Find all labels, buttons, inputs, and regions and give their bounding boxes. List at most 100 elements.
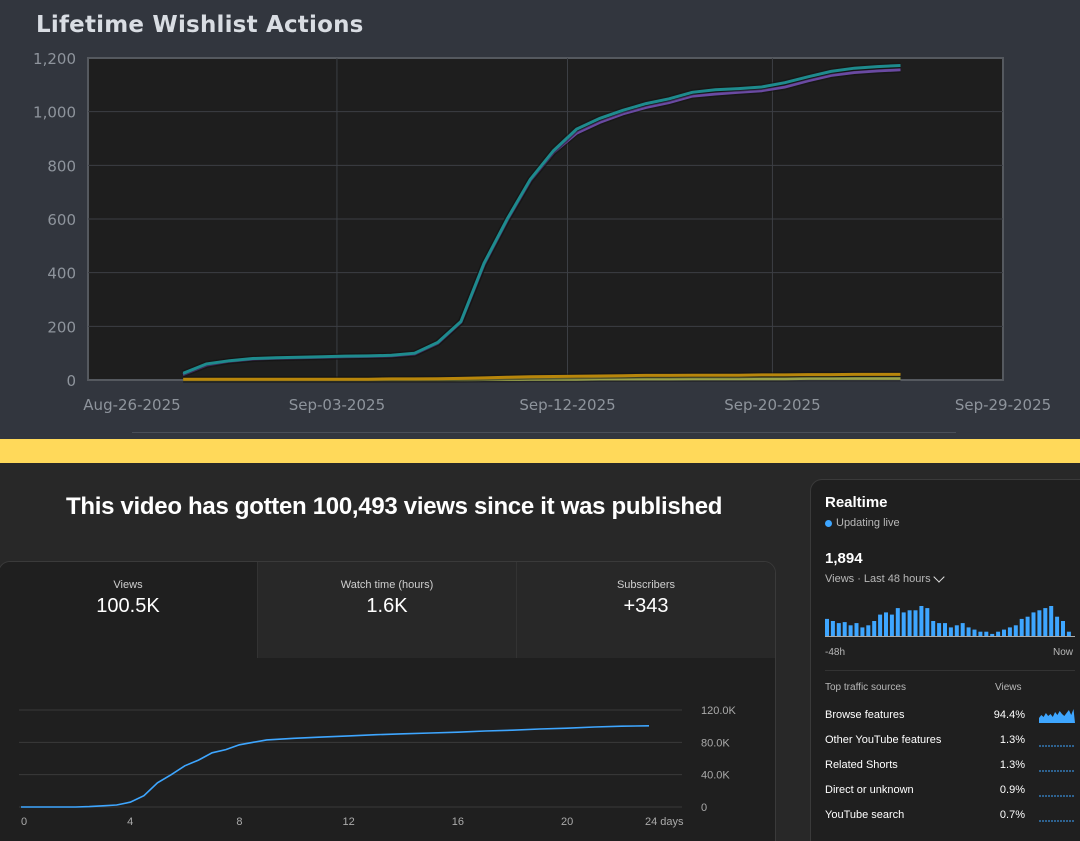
metric-value: +343 bbox=[623, 595, 669, 617]
traffic-source-row[interactable]: Related Shorts 1.3% bbox=[825, 759, 1080, 779]
youtube-analytics: This video has gotten 100,493 views sinc… bbox=[0, 463, 1080, 841]
traffic-source-row[interactable]: YouTube search 0.7% bbox=[825, 809, 1080, 829]
y-tick-label: 1,200 bbox=[33, 50, 76, 68]
x-tick-label: 12 bbox=[343, 816, 355, 828]
realtime-bar bbox=[830, 621, 835, 636]
sources-column: Views bbox=[995, 682, 1022, 693]
realtime-bar bbox=[978, 631, 983, 636]
sparkline bbox=[1039, 795, 1075, 797]
x-tick-label: 16 bbox=[452, 816, 464, 828]
realtime-bar bbox=[836, 623, 841, 636]
sparkline bbox=[1039, 745, 1075, 747]
realtime-bar bbox=[825, 618, 829, 636]
period-selector[interactable]: Views · Last 48 hours bbox=[825, 571, 945, 585]
realtime-bar bbox=[889, 614, 894, 636]
x-tick-label: Aug-26-2025 bbox=[83, 396, 180, 414]
x-tick-label: Sep-03-2025 bbox=[289, 396, 385, 414]
live-dot-icon bbox=[825, 519, 832, 527]
divider bbox=[825, 670, 1075, 671]
views-line-chart: 0 40.0K 80.0K 120.0K 0 4 8 12 16 20 24 days bbox=[19, 705, 737, 828]
realtime-bar bbox=[931, 621, 936, 636]
source-percent: 1.3% bbox=[999, 734, 1025, 746]
tab-subscribers[interactable]: Subscribers +343 bbox=[517, 562, 775, 658]
x-tick-label: Sep-29-2025 bbox=[955, 396, 1051, 414]
source-percent: 0.7% bbox=[999, 809, 1025, 821]
realtime-bar bbox=[972, 629, 977, 636]
source-name: Direct or unknown bbox=[825, 784, 914, 796]
realtime-bar bbox=[907, 610, 912, 636]
realtime-bar bbox=[925, 608, 930, 636]
tab-views[interactable]: Views 100.5K bbox=[0, 562, 258, 658]
realtime-bar bbox=[1007, 627, 1012, 636]
realtime-bar bbox=[960, 623, 965, 636]
realtime-bar bbox=[842, 622, 847, 636]
realtime-bar bbox=[848, 625, 853, 636]
realtime-bar bbox=[1037, 610, 1042, 636]
source-name: Other YouTube features bbox=[825, 734, 942, 746]
x-tick-label: 20 bbox=[561, 816, 573, 828]
metric-value: 100.5K bbox=[96, 595, 160, 617]
page-headline: This video has gotten 100,493 views sinc… bbox=[66, 493, 723, 520]
chart-legend bbox=[132, 432, 956, 439]
y-tick-label: 0 bbox=[66, 372, 76, 390]
metric-label: Subscribers bbox=[616, 579, 676, 591]
realtime-bar bbox=[854, 623, 859, 636]
realtime-bar bbox=[948, 627, 953, 636]
y-tick-label: 80.0K bbox=[701, 737, 730, 749]
y-tick-label: 800 bbox=[47, 157, 76, 175]
sources-header: Top traffic sources Views bbox=[825, 682, 1075, 693]
y-tick-label: 0 bbox=[701, 802, 707, 814]
axis-end: Now bbox=[1053, 647, 1074, 658]
y-tick-label: 1,000 bbox=[33, 104, 76, 122]
traffic-source-row[interactable]: Direct or unknown 0.9% bbox=[825, 784, 1080, 804]
sparkline bbox=[1039, 709, 1075, 723]
traffic-source-row[interactable]: Browse features 94.4% bbox=[825, 709, 1080, 729]
realtime-bar bbox=[878, 614, 883, 636]
realtime-bar bbox=[1061, 621, 1065, 636]
x-tick-label: 0 bbox=[21, 816, 27, 828]
x-tick-label: 4 bbox=[127, 816, 133, 828]
sparkline bbox=[1039, 770, 1075, 772]
realtime-bar bbox=[860, 627, 865, 636]
metric-label: Views bbox=[113, 579, 143, 591]
chevron-down-icon bbox=[932, 571, 945, 583]
live-status-text: Updating live bbox=[836, 517, 900, 529]
period-label: Views · Last 48 hours bbox=[825, 573, 931, 585]
realtime-bar-chart bbox=[825, 606, 1075, 637]
realtime-bar bbox=[1019, 618, 1024, 636]
realtime-bar bbox=[1049, 606, 1054, 636]
source-name: Related Shorts bbox=[825, 759, 898, 771]
x-tick-label: Sep-12-2025 bbox=[519, 396, 615, 414]
realtime-bar bbox=[866, 625, 871, 636]
traffic-source-row[interactable]: Other YouTube features 1.3% bbox=[825, 734, 1080, 754]
source-name: Browse features bbox=[825, 709, 905, 721]
wishlist-line-chart: 0 200 400 600 800 1,000 1,200 Aug-26-2025 Sep-03… bbox=[33, 50, 1051, 414]
y-tick-label: 400 bbox=[47, 265, 76, 283]
metric-value: 1.6K bbox=[366, 595, 408, 617]
realtime-bar bbox=[943, 623, 947, 636]
metric-label: Watch time (hours) bbox=[340, 579, 434, 591]
realtime-bar bbox=[954, 625, 959, 636]
realtime-title: Realtime bbox=[825, 494, 888, 511]
source-percent: 0.9% bbox=[999, 784, 1025, 796]
realtime-bar bbox=[913, 610, 918, 636]
source-percent: 1.3% bbox=[999, 759, 1025, 771]
realtime-bar bbox=[990, 633, 995, 636]
y-tick-label: 120.0K bbox=[701, 705, 737, 717]
realtime-bar bbox=[1066, 631, 1071, 636]
realtime-bar bbox=[984, 631, 989, 636]
x-tick-label: 24 days bbox=[645, 816, 684, 828]
sparkline-area bbox=[1039, 709, 1075, 723]
y-tick-label: 200 bbox=[47, 318, 76, 336]
y-tick-label: 40.0K bbox=[701, 770, 730, 782]
realtime-bar bbox=[1013, 625, 1018, 636]
realtime-bar bbox=[1031, 612, 1036, 636]
divider-band bbox=[0, 439, 1080, 463]
realtime-bar bbox=[937, 623, 942, 636]
axis-start: -48h bbox=[825, 647, 846, 658]
realtime-count: 1,894 bbox=[825, 550, 863, 567]
tab-watch-time[interactable]: Watch time (hours) 1.6K bbox=[258, 562, 517, 658]
realtime-bar bbox=[996, 631, 1001, 636]
source-name: YouTube search bbox=[825, 809, 905, 821]
sparkline bbox=[1039, 820, 1075, 822]
